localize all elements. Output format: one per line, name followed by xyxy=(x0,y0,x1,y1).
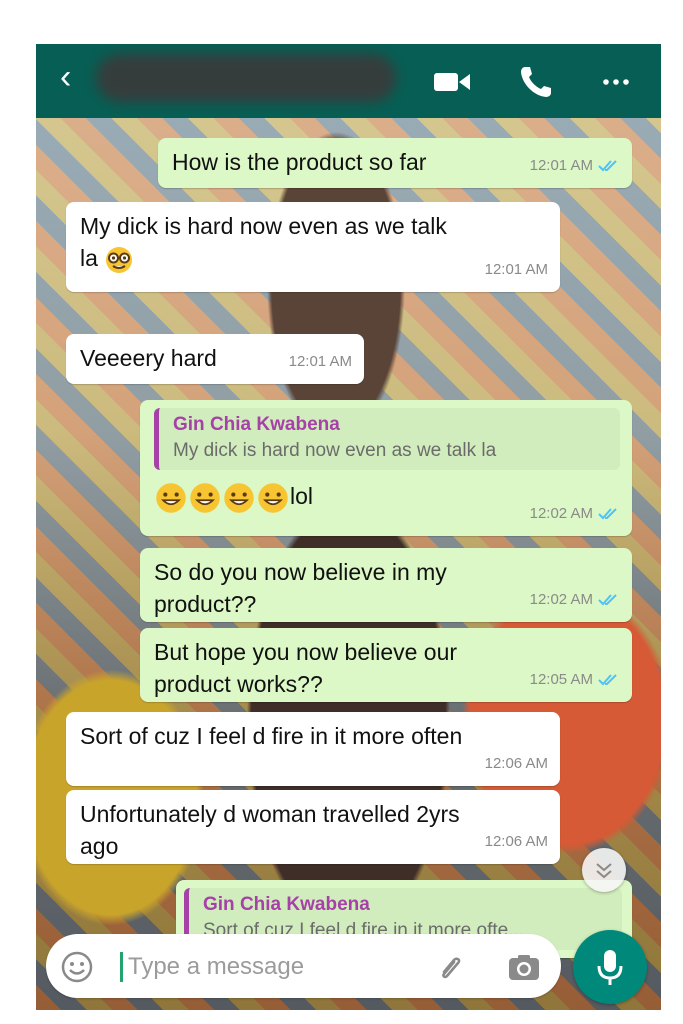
message-meta: 12:02 AM xyxy=(530,584,620,616)
nerd-face-emoji-icon xyxy=(106,246,133,273)
emoji-icon[interactable] xyxy=(60,950,94,984)
phone-screen: ‹ How is the product so far 12:01 AM My … xyxy=(36,44,661,1010)
read-ticks-icon xyxy=(598,674,617,686)
voice-call-icon[interactable] xyxy=(516,62,556,102)
message-time: 12:06 AM xyxy=(484,755,548,772)
microphone-icon xyxy=(597,950,623,985)
grinning-face-emoji-icon xyxy=(258,483,288,513)
quoted-text: My dick is hard now even as we talk la xyxy=(173,440,497,461)
message-time: 12:02 AM xyxy=(529,591,593,608)
read-ticks-icon xyxy=(598,508,617,520)
message-meta: 12:05 AM xyxy=(530,664,620,696)
message-outgoing[interactable]: How is the product so far 12:01 AM xyxy=(158,138,632,188)
message-time: 12:06 AM xyxy=(484,833,548,850)
scroll-to-bottom-button[interactable] xyxy=(582,848,626,892)
read-ticks-icon xyxy=(598,160,617,172)
back-icon[interactable]: ‹ xyxy=(60,60,71,94)
camera-icon[interactable] xyxy=(506,950,542,986)
grinning-face-emoji-icon xyxy=(224,483,254,513)
voice-message-button[interactable] xyxy=(573,930,647,1004)
message-time: 12:01 AM xyxy=(484,261,548,278)
video-call-icon[interactable] xyxy=(432,62,472,102)
more-options-icon[interactable] xyxy=(598,62,638,102)
quoted-sender-name: Gin Chia Kwabena xyxy=(203,894,370,915)
double-chevron-down-icon xyxy=(596,863,612,879)
message-incoming[interactable]: My dick is hard now even as we talk la 1… xyxy=(66,202,560,292)
message-outgoing[interactable]: But hope you now believe our product wor… xyxy=(140,628,632,702)
contact-name-redacted[interactable] xyxy=(96,54,396,102)
message-incoming[interactable]: Veeeery hard 12:01 AM xyxy=(66,334,364,384)
composer-bar: Type a message xyxy=(36,930,661,1010)
message-meta: 12:02 AM xyxy=(530,498,620,530)
message-meta: 12:01 AM xyxy=(485,254,548,286)
message-meta: 12:06 AM xyxy=(485,748,548,780)
attach-icon[interactable] xyxy=(434,950,470,986)
message-meta: 12:06 AM xyxy=(485,826,548,858)
message-time: 12:05 AM xyxy=(529,671,593,688)
read-ticks-icon xyxy=(598,594,617,606)
grinning-face-emoji-icon xyxy=(156,483,186,513)
message-time: 12:02 AM xyxy=(529,505,593,522)
quoted-sender-name: Gin Chia Kwabena xyxy=(173,414,340,435)
message-list[interactable]: How is the product so far 12:01 AM My di… xyxy=(36,118,661,958)
message-text: Sort of cuz I feel d fire in it more oft… xyxy=(80,723,463,749)
message-meta: 12:01 AM xyxy=(530,150,620,182)
message-incoming[interactable]: Sort of cuz I feel d fire in it more oft… xyxy=(66,712,560,786)
message-meta: 12:01 AM xyxy=(289,346,352,378)
message-incoming[interactable]: Unfortunately d woman travelled 2yrs ago… xyxy=(66,790,560,864)
message-outgoing-reply[interactable]: Gin Chia Kwabena My dick is hard now eve… xyxy=(140,400,632,536)
message-placeholder: Type a message xyxy=(128,953,305,980)
message-text: Unfortunately d woman travelled 2yrs xyxy=(80,801,460,827)
chat-header: ‹ xyxy=(36,44,661,118)
message-text: My dick is hard now even as we talk xyxy=(80,213,447,239)
message-text-cont: la xyxy=(80,245,98,271)
message-time: 12:01 AM xyxy=(529,157,593,174)
message-text: lol xyxy=(290,483,314,509)
quoted-message[interactable]: Gin Chia Kwabena My dick is hard now eve… xyxy=(154,408,620,470)
message-outgoing[interactable]: So do you now believe in my product?? 12… xyxy=(140,548,632,622)
message-text-line2: ago xyxy=(80,833,119,859)
text-cursor xyxy=(120,952,123,982)
grinning-face-emoji-icon xyxy=(190,483,220,513)
message-time: 12:01 AM xyxy=(288,353,352,370)
message-text-line2: la xyxy=(80,242,548,275)
message-input[interactable]: Type a message xyxy=(46,934,561,998)
